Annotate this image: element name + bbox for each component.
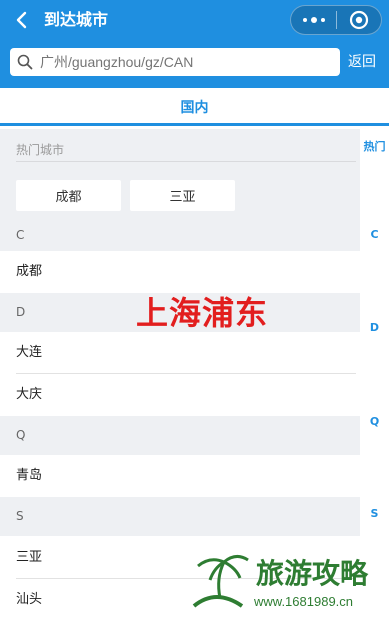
watermark-url: www.1681989.cn [254, 594, 354, 609]
more-icon [301, 17, 327, 23]
group-header-q: Q [0, 416, 360, 455]
city-row[interactable]: 大连 [0, 332, 360, 373]
hot-city-button[interactable]: 成都 [16, 180, 121, 211]
divider [16, 161, 356, 162]
back-button[interactable] [10, 8, 34, 32]
hot-cities-label: 热门城市 [16, 143, 65, 157]
hot-cities-section: 热门城市 成都 三亚 [0, 129, 360, 216]
return-button[interactable]: 返回 [348, 52, 376, 72]
index-bar: 热门 C D Q S [360, 129, 389, 617]
hot-city-button[interactable]: 三亚 [130, 180, 235, 211]
watermark: 旅游攻略 www.1681989.cn [186, 548, 386, 614]
tab-domestic[interactable]: 国内 [0, 97, 389, 117]
chevron-left-icon [16, 11, 27, 29]
index-item-s[interactable]: S [360, 507, 389, 520]
search-icon [10, 48, 40, 76]
search-input[interactable] [40, 48, 340, 76]
city-row[interactable]: 青岛 [0, 455, 360, 496]
index-item-hot[interactable]: 热门 [360, 138, 389, 154]
page-title: 到达城市 [44, 10, 109, 29]
city-row[interactable]: 成都 [0, 251, 360, 292]
index-item-d[interactable]: D [360, 321, 389, 334]
index-item-q[interactable]: Q [360, 415, 389, 428]
header: 到达城市 返回 [0, 0, 389, 88]
mini-program-capsule [290, 5, 382, 35]
search-box [10, 48, 340, 76]
index-item-c[interactable]: C [360, 228, 389, 241]
target-icon [349, 10, 369, 30]
close-button[interactable] [337, 6, 381, 34]
group-header-c: C [0, 216, 360, 255]
watermark-title: 旅游攻略 [256, 557, 369, 590]
palm-tree-icon [192, 555, 249, 608]
overlay-annotation: 上海浦东 [136, 294, 269, 332]
tab-bar: 国内 [0, 88, 389, 126]
city-list[interactable]: 热门城市 成都 三亚 C 成都 D 大连 大庆 Q 青岛 S 三亚 汕头 热门 … [0, 129, 389, 617]
city-row[interactable]: 大庆 [0, 374, 360, 415]
group-header-s: S [0, 497, 360, 536]
more-button[interactable] [291, 6, 336, 34]
nav-bar: 到达城市 [0, 0, 389, 40]
